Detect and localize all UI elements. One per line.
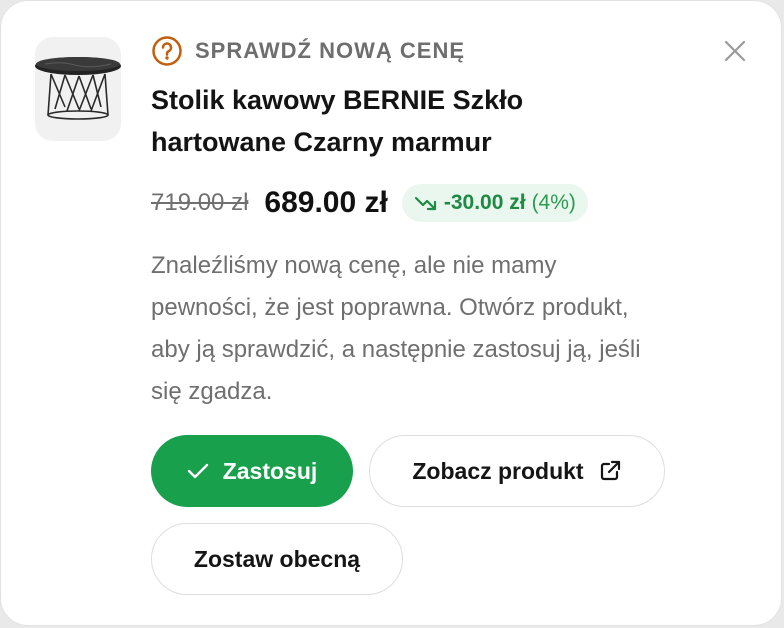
trending-down-icon [414,196,436,211]
info-message: Znaleźliśmy nową cenę, ale nie mamy pewn… [151,252,641,405]
price-change-amount: -30.00 zł [443,191,526,214]
close-icon[interactable] [723,39,747,63]
apply-button-label: Zastosuj [222,457,318,484]
product-name: Stolik kawowy BERNIE Szkło hartowane Cza… [151,85,524,157]
price-change-badge: -30.00 zł (4%) [401,184,588,222]
price-row: 719.00 zł 689.00 zł -30.00 zł (4%) [151,181,588,225]
check-icon [187,463,208,479]
apply-button[interactable]: Zastosuj [151,435,353,507]
card-header: SPRAWDŹ NOWĄ CENĘ [151,36,465,66]
view-product-button[interactable]: Zobacz produkt [369,435,665,507]
view-product-button-label: Zobacz produkt [412,457,584,484]
price-check-card: SPRAWDŹ NOWĄ CENĘ Stolik kawowy BERNIE S… [0,0,782,626]
price-change-percent: (4%) [531,191,576,214]
card-title: SPRAWDŹ NOWĄ CENĘ [195,38,465,63]
keep-current-button[interactable]: Zostaw obecną [151,523,403,595]
keep-current-button-label: Zostaw obecną [193,545,361,572]
external-link-icon [600,460,620,481]
question-circle-icon [152,36,182,66]
product-thumbnail [35,37,121,141]
coffee-table-image [35,37,121,141]
old-price: 719.00 zł [151,189,249,216]
new-price: 689.00 zł [264,186,388,219]
